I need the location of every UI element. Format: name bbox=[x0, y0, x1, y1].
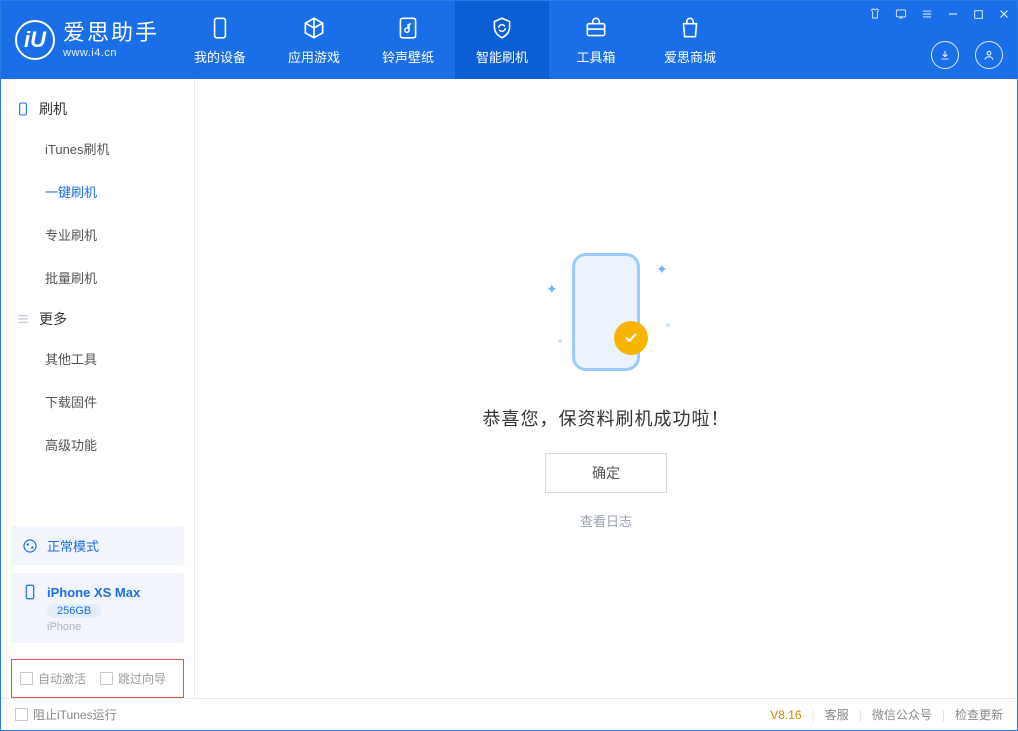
toolbox-icon bbox=[583, 15, 609, 41]
main-content: ✦ ✦ 恭喜您，保资料刷机成功啦！ 确定 查看日志 bbox=[195, 79, 1017, 698]
close-button[interactable] bbox=[997, 7, 1011, 21]
feedback-icon[interactable] bbox=[894, 7, 908, 21]
sidebar-item-download-firmware[interactable]: 下载固件 bbox=[1, 380, 194, 423]
sidebar-item-batch-flash[interactable]: 批量刷机 bbox=[1, 256, 194, 299]
sidebar-item-pro-flash[interactable]: 专业刷机 bbox=[1, 213, 194, 256]
checkbox-auto-activate[interactable]: 自动激活 bbox=[20, 670, 86, 687]
download-manager-button[interactable] bbox=[931, 41, 959, 69]
app-title: 爱思助手 bbox=[63, 20, 159, 46]
device-name: iPhone XS Max bbox=[47, 585, 140, 600]
device-type: iPhone bbox=[47, 621, 81, 633]
device-capacity: 256GB bbox=[47, 604, 101, 618]
tab-my-device[interactable]: 我的设备 bbox=[173, 1, 267, 79]
account-button[interactable] bbox=[975, 41, 1003, 69]
tab-label: 应用游戏 bbox=[288, 47, 340, 66]
music-file-icon bbox=[395, 15, 421, 41]
tab-store[interactable]: 爱思商城 bbox=[643, 1, 737, 79]
tab-label: 智能刷机 bbox=[476, 47, 528, 66]
group-title: 刷机 bbox=[39, 99, 67, 119]
app-window: iU 爱思助手 www.i4.cn 我的设备 应用游戏 铃声壁纸 智能刷机 bbox=[0, 0, 1018, 731]
tab-label: 爱思商城 bbox=[664, 47, 716, 66]
statusbar: 阻止iTunes运行 V8.16 | 客服 | 微信公众号 | 检查更新 bbox=[1, 698, 1017, 730]
success-message: 恭喜您，保资料刷机成功啦！ bbox=[483, 405, 730, 431]
sidebar-item-other-tools[interactable]: 其他工具 bbox=[1, 337, 194, 380]
checkbox-label: 自动激活 bbox=[38, 670, 86, 687]
checkbox-skip-guide[interactable]: 跳过向导 bbox=[100, 670, 166, 687]
menu-icon[interactable] bbox=[920, 7, 934, 21]
checkbox-block-itunes[interactable]: 阻止iTunes运行 bbox=[15, 706, 117, 723]
mode-card[interactable]: 正常模式 bbox=[11, 526, 184, 565]
device-phone-icon bbox=[21, 583, 39, 601]
tab-label: 铃声壁纸 bbox=[382, 47, 434, 66]
tab-apps-games[interactable]: 应用游戏 bbox=[267, 1, 361, 79]
sidebar: 刷机 iTunes刷机 一键刷机 专业刷机 批量刷机 更多 其他工具 下载固件 … bbox=[1, 79, 195, 698]
view-log-link[interactable]: 查看日志 bbox=[580, 511, 632, 530]
checkbox-label: 阻止iTunes运行 bbox=[33, 706, 117, 723]
device-icon bbox=[15, 101, 31, 117]
phone-icon bbox=[207, 15, 233, 41]
success-panel: ✦ ✦ 恭喜您，保资料刷机成功啦！ 确定 查看日志 bbox=[483, 247, 730, 530]
app-subtitle: www.i4.cn bbox=[63, 47, 159, 60]
logo-icon: iU bbox=[15, 20, 55, 60]
refresh-shield-icon bbox=[489, 15, 515, 41]
status-link-wechat[interactable]: 微信公众号 bbox=[872, 706, 932, 723]
status-link-support[interactable]: 客服 bbox=[825, 706, 849, 723]
sidebar-group-more: 更多 bbox=[1, 299, 194, 337]
tab-smart-flash[interactable]: 智能刷机 bbox=[455, 1, 549, 79]
tab-toolbox[interactable]: 工具箱 bbox=[549, 1, 643, 79]
maximize-button[interactable] bbox=[972, 8, 985, 21]
tab-ringtone-wallpaper[interactable]: 铃声壁纸 bbox=[361, 1, 455, 79]
window-controls bbox=[868, 7, 1011, 21]
check-badge-icon bbox=[614, 321, 648, 355]
mode-icon bbox=[21, 537, 39, 555]
list-icon bbox=[15, 311, 31, 327]
shirt-icon[interactable] bbox=[868, 7, 882, 21]
group-title: 更多 bbox=[39, 309, 67, 329]
header-tabs: 我的设备 应用游戏 铃声壁纸 智能刷机 工具箱 爱思商城 bbox=[173, 1, 737, 79]
status-link-update[interactable]: 检查更新 bbox=[955, 706, 1003, 723]
body: 刷机 iTunes刷机 一键刷机 专业刷机 批量刷机 更多 其他工具 下载固件 … bbox=[1, 79, 1017, 698]
titlebar: iU 爱思助手 www.i4.cn 我的设备 应用游戏 铃声壁纸 智能刷机 bbox=[1, 1, 1017, 79]
ok-button[interactable]: 确定 bbox=[545, 453, 667, 493]
mode-label: 正常模式 bbox=[47, 536, 99, 555]
version-label: V8.16 bbox=[770, 708, 801, 722]
success-illustration: ✦ ✦ bbox=[526, 247, 686, 387]
tab-label: 我的设备 bbox=[194, 47, 246, 66]
sidebar-item-oneclick-flash[interactable]: 一键刷机 bbox=[1, 170, 194, 213]
sidebar-item-advanced[interactable]: 高级功能 bbox=[1, 423, 194, 466]
checkbox-label: 跳过向导 bbox=[118, 670, 166, 687]
sidebar-item-itunes-flash[interactable]: iTunes刷机 bbox=[1, 127, 194, 170]
activation-options: 自动激活 跳过向导 bbox=[11, 659, 184, 698]
bag-icon bbox=[677, 15, 703, 41]
logo-area: iU 爱思助手 www.i4.cn bbox=[1, 1, 173, 79]
header-right-icons bbox=[931, 41, 1003, 69]
device-card[interactable]: iPhone XS Max 256GB iPhone bbox=[11, 573, 184, 643]
sidebar-group-flash: 刷机 bbox=[1, 89, 194, 127]
minimize-button[interactable] bbox=[946, 7, 960, 21]
tab-label: 工具箱 bbox=[577, 47, 616, 66]
cube-icon bbox=[301, 15, 327, 41]
